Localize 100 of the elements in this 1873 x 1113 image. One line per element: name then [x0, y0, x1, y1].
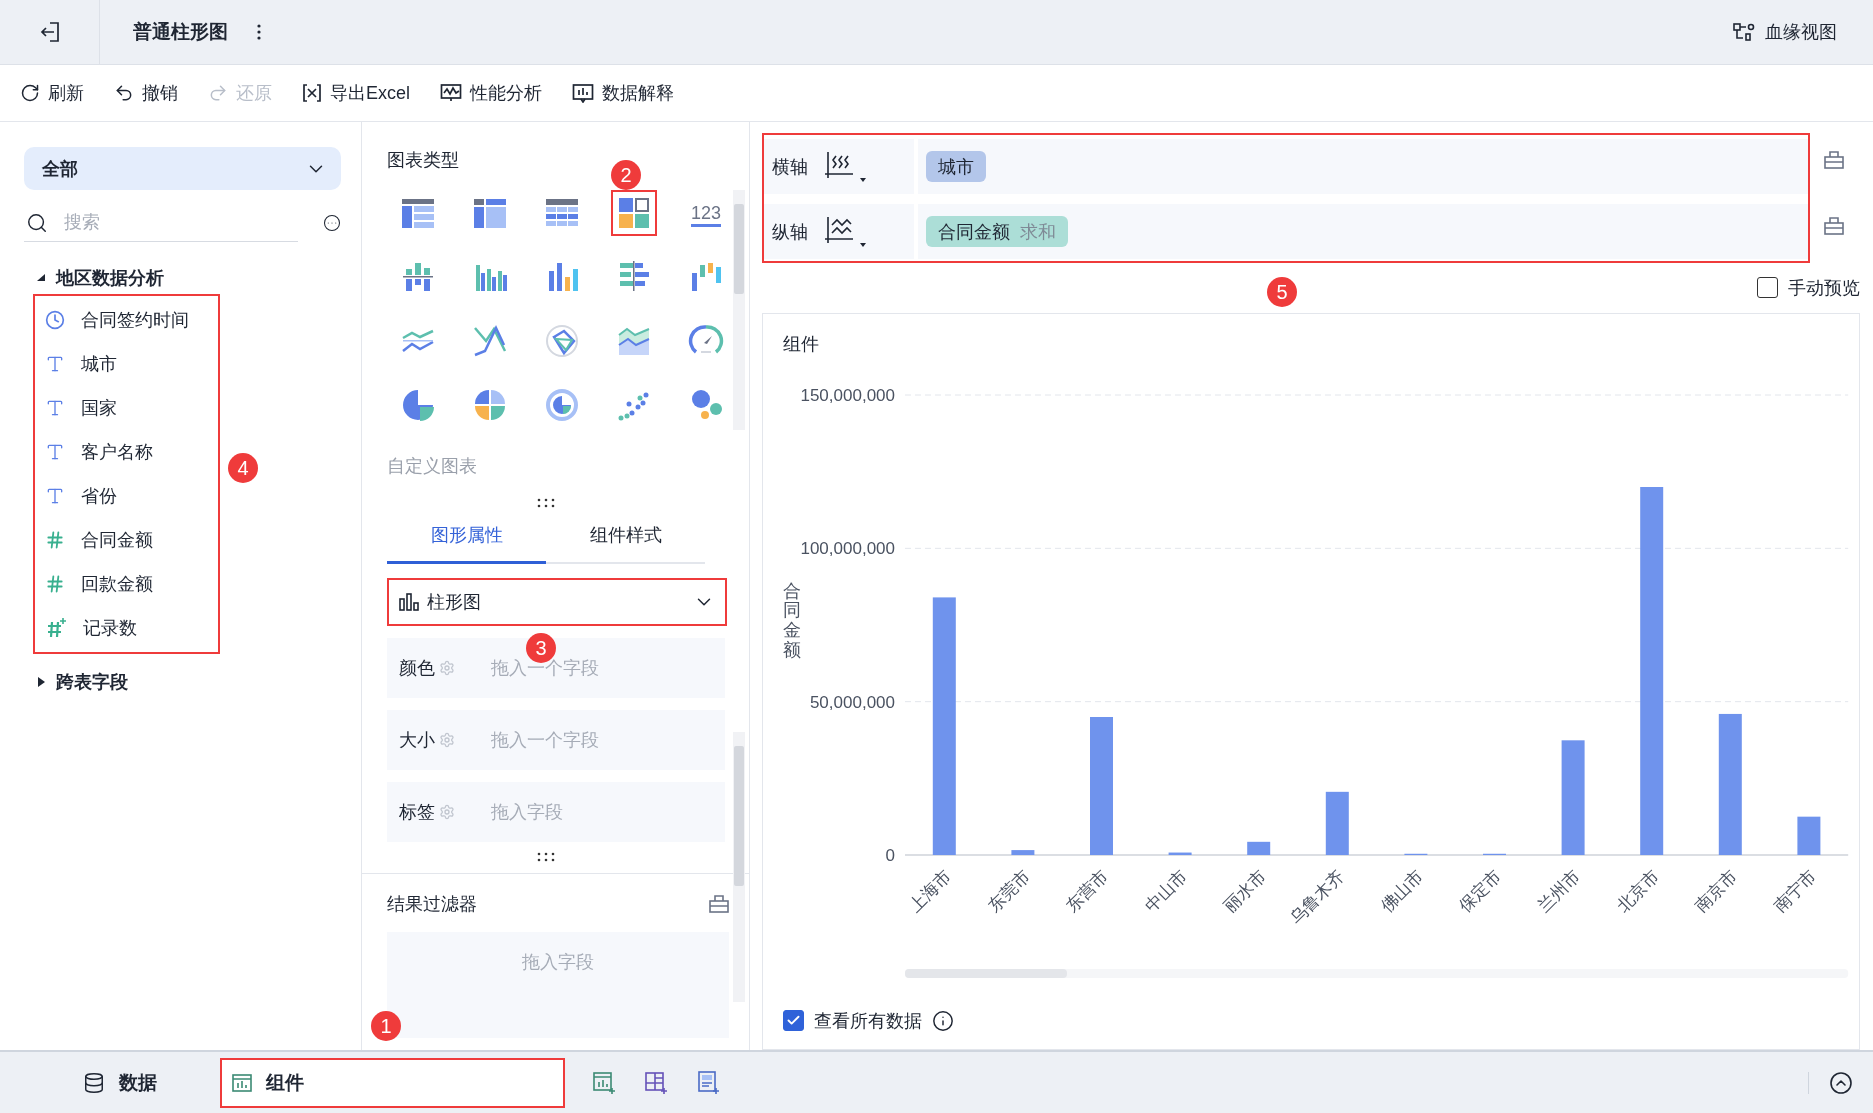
redo-icon — [208, 83, 228, 103]
add-layout-icon[interactable] — [645, 1070, 669, 1095]
chart-type-select[interactable]: 柱形图 — [387, 578, 727, 626]
x-tick-label: 丽水市 — [1220, 866, 1270, 916]
field-item[interactable]: 合同金额 — [81, 528, 153, 552]
toolbar-button[interactable]: 数据解释 — [572, 81, 674, 105]
add-chart-icon[interactable] — [593, 1070, 617, 1095]
text-type-icon — [45, 354, 65, 374]
tree-group[interactable]: 地区数据分析 — [24, 262, 164, 294]
axis-label: 纵轴 — [772, 220, 808, 244]
collapse-up-icon[interactable] — [1829, 1070, 1853, 1095]
info-icon[interactable] — [932, 1009, 954, 1032]
resize-handle-icon[interactable] — [537, 852, 555, 862]
more-icon[interactable] — [256, 23, 262, 41]
step-badge: 5 — [1267, 277, 1297, 307]
database-icon — [83, 1071, 105, 1094]
toolbar-button[interactable]: 性能分析 — [440, 81, 542, 105]
panel-tab[interactable]: 图形属性 — [387, 508, 546, 564]
manual-preview-checkbox[interactable]: 手动预览 — [1757, 275, 1860, 300]
field-item[interactable]: 记录数 — [83, 616, 137, 640]
toolbar-button[interactable]: 导出Excel — [302, 81, 410, 105]
scrollbar[interactable] — [733, 732, 745, 1002]
text-type-icon — [45, 442, 65, 462]
add-text-icon[interactable] — [697, 1070, 721, 1095]
y-tick-label: 100,000,000 — [800, 539, 895, 558]
scrollbar[interactable] — [733, 190, 745, 430]
bar — [1797, 816, 1821, 855]
property-label: 大小 — [399, 729, 435, 752]
property-label: 标签 — [399, 801, 435, 824]
field-item[interactable]: 城市 — [81, 352, 117, 376]
panel-icon[interactable] — [1824, 151, 1844, 169]
axis-drop-zone[interactable]: 城市 — [918, 139, 1808, 194]
y-tick-label: 0 — [885, 845, 895, 865]
search-icon — [26, 212, 48, 234]
axis-label: 横轴 — [772, 155, 808, 179]
field-item[interactable]: 回款金额 — [81, 572, 153, 596]
drop-hint: 拖入一个字段 — [491, 729, 599, 752]
bar — [1247, 841, 1271, 855]
back-icon[interactable] — [38, 21, 61, 43]
section-title: 结果过滤器 — [387, 893, 477, 916]
panel-icon[interactable] — [709, 895, 729, 913]
x-tick-label: 乌鲁木齐 — [1286, 866, 1349, 928]
field-item[interactable]: 国家 — [81, 396, 117, 420]
field-item[interactable]: 合同签约时间 — [81, 308, 189, 332]
text-type-icon — [45, 398, 65, 418]
chart-type-icon — [616, 195, 652, 231]
hash-star-icon — [45, 617, 67, 639]
text-type-icon — [45, 486, 65, 506]
y-tick-label: 150,000,000 — [800, 385, 895, 405]
refresh-icon — [20, 83, 40, 103]
bottom-tab[interactable]: 数据 — [60, 1057, 180, 1108]
clock-icon — [45, 310, 65, 330]
bottom-tab[interactable]: 组件 — [220, 1057, 565, 1108]
undo-icon — [114, 83, 134, 103]
property-label: 颜色 — [399, 657, 435, 680]
scope-dropdown[interactable]: 全部 — [24, 147, 341, 190]
x-tick-label: 保定市 — [1455, 866, 1506, 916]
toolbar-button[interactable]: 撤销 — [114, 81, 178, 105]
x-tick-label: 东莞市 — [984, 866, 1034, 916]
field-item[interactable]: 客户名称 — [81, 440, 153, 464]
x-tick-label: 南宁市 — [1770, 866, 1820, 916]
tree-group[interactable]: 跨表字段 — [24, 666, 128, 698]
chart-title: 组件 — [783, 332, 820, 356]
scrollbar[interactable] — [905, 968, 1849, 978]
search-field[interactable]: 搜索 — [24, 204, 298, 242]
line-axis-icon[interactable] — [824, 214, 866, 249]
expand-icon[interactable] — [36, 677, 46, 687]
drop-hint: 拖入字段 — [491, 801, 563, 824]
report-title: 普通柱形图 — [133, 20, 228, 44]
lineage-view-link[interactable]: 血缘视图 — [1733, 20, 1837, 44]
property-drop-zone[interactable]: 标签 拖入字段 — [387, 782, 725, 842]
field-pill[interactable]: 合同金额 求和 — [926, 216, 1068, 247]
x-tick-label: 南京市 — [1691, 866, 1742, 916]
chart-type-button[interactable] — [611, 190, 657, 236]
resize-handle-icon[interactable] — [537, 498, 555, 508]
panel-tab[interactable]: 组件样式 — [546, 508, 705, 564]
axis-drop-zone[interactable]: 合同金额 求和 — [918, 204, 1808, 259]
lineage-icon — [1733, 22, 1755, 42]
toolbar-button[interactable]: 刷新 — [20, 81, 84, 105]
bar — [1011, 849, 1035, 855]
hash-icon — [45, 574, 65, 594]
y-axis-title: 合同金额 — [783, 581, 801, 663]
chart-type-icon — [544, 323, 580, 359]
chart-type-icon — [472, 323, 508, 359]
wave-axis-icon[interactable] — [824, 149, 866, 184]
step-badge: 4 — [228, 453, 258, 483]
custom-chart-label: 自定义图表 — [387, 456, 477, 476]
x-tick-label: 佛山市 — [1377, 866, 1427, 916]
panel-icon[interactable] — [1824, 217, 1844, 235]
property-drop-zone[interactable]: 大小 拖入一个字段 — [387, 710, 725, 770]
x-tick-label: 兰州市 — [1534, 866, 1584, 916]
x-tick-label: 上海市 — [905, 866, 956, 916]
bar-chart-icon — [399, 593, 419, 611]
bar — [1325, 791, 1349, 855]
chart-type-icon — [400, 387, 436, 423]
field-item[interactable]: 省份 — [81, 484, 117, 508]
section-title: 图表类型 — [387, 150, 459, 170]
view-all-data-checkbox[interactable]: 查看所有数据 — [783, 1008, 922, 1033]
field-pill[interactable]: 城市 — [926, 151, 986, 182]
collapse-icon[interactable] — [36, 273, 46, 283]
